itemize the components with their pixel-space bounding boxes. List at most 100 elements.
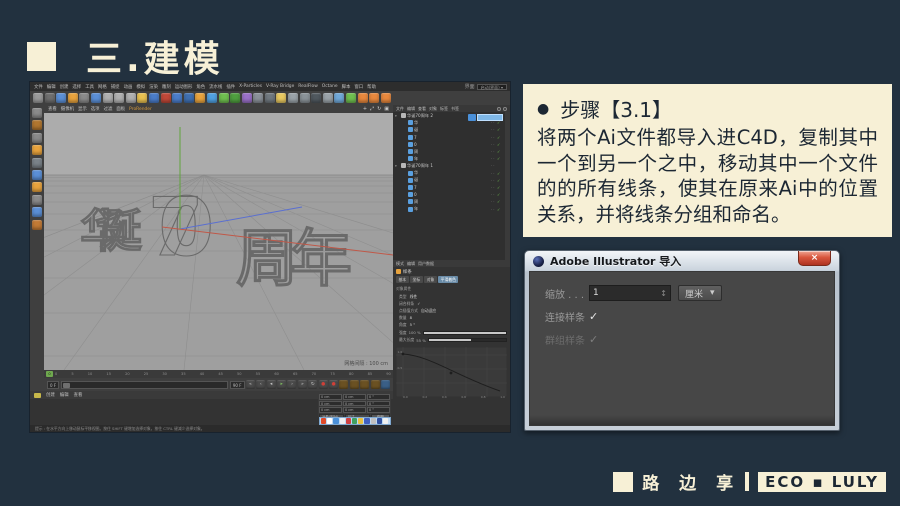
- menu-item[interactable]: 网格: [98, 84, 107, 90]
- object-row[interactable]: 7 ·· ✓: [393, 134, 505, 141]
- layout-dropdown[interactable]: 启动(界面) ▾: [476, 83, 507, 90]
- menu-item[interactable]: Octane: [322, 84, 338, 89]
- polygons-mode-icon[interactable]: [32, 182, 42, 193]
- autokey-button[interactable]: ●: [329, 380, 339, 389]
- next-key-button[interactable]: ›: [287, 380, 297, 389]
- enable-check-icon[interactable]: ✓: [497, 142, 505, 147]
- snap-icon[interactable]: [32, 219, 42, 230]
- mograph-icon[interactable]: [346, 93, 357, 103]
- field-icon[interactable]: [334, 93, 345, 103]
- camera-object-icon[interactable]: [264, 93, 275, 103]
- visibility-toggle-icon[interactable]: ··: [491, 156, 496, 161]
- loop-button[interactable]: ↻: [308, 380, 318, 389]
- object-name[interactable]: 华: [414, 170, 489, 176]
- keyframe-parameter-button[interactable]: [370, 380, 380, 389]
- close-button[interactable]: ×: [798, 251, 831, 266]
- object-name[interactable]: 诞: [414, 177, 489, 183]
- light-object-icon[interactable]: [276, 93, 287, 103]
- attribute-field[interactable]: 角度 5 °: [393, 322, 510, 329]
- viewport-menu-item[interactable]: 过滤: [104, 106, 113, 112]
- menu-item[interactable]: 渲染: [149, 84, 158, 90]
- spline-object-icon[interactable]: [407, 170, 413, 176]
- attribute-tab[interactable]: 坐标: [410, 276, 423, 283]
- dialog-titlebar[interactable]: Adobe Illustrator 导入: [525, 251, 839, 271]
- object-row[interactable]: 周 ·· ✓: [393, 198, 505, 205]
- play-button[interactable]: ▸: [277, 380, 287, 389]
- enable-check-icon[interactable]: ✓: [497, 135, 505, 140]
- enable-check-icon[interactable]: ✓: [497, 171, 505, 176]
- goto-end-button[interactable]: »: [297, 380, 307, 389]
- spline-object-icon[interactable]: [407, 127, 413, 133]
- material-menu-item[interactable]: 编辑: [60, 392, 69, 398]
- visibility-toggle-icon[interactable]: ··: [491, 178, 496, 183]
- edges-mode-icon[interactable]: [32, 169, 42, 180]
- menu-item[interactable]: V-Ray Bridge: [266, 84, 294, 89]
- falloff-curve-graph[interactable]: 1.0 0.5 0.0 0.2 0.4 0.6 0.8 1.0: [395, 346, 508, 399]
- connect-splines-checkbox[interactable]: ✓: [589, 310, 598, 323]
- visibility-toggle-icon[interactable]: ··: [491, 199, 496, 204]
- viewport-menu-item[interactable]: 查看: [48, 106, 57, 112]
- perspective-viewport[interactable]: 华诞 70 周年 网格间隔 : 100 cm: [44, 113, 393, 370]
- menu-item[interactable]: 编辑: [47, 84, 56, 90]
- spline-object-icon[interactable]: [407, 141, 413, 147]
- attribute-menu-item[interactable]: 编辑: [407, 261, 415, 267]
- attribute-slider[interactable]: 最大长度 55 %: [393, 337, 510, 345]
- menu-item[interactable]: 插件: [226, 84, 235, 90]
- coordinate-field[interactable]: 0 cm: [343, 400, 366, 406]
- attribute-menu-item[interactable]: 模式: [396, 261, 404, 267]
- enable-check-icon[interactable]: ✓: [497, 156, 505, 161]
- live-selection-icon[interactable]: [44, 93, 55, 103]
- menu-item[interactable]: 运动图形: [175, 84, 193, 90]
- menu-item[interactable]: 创建: [60, 84, 69, 90]
- attribute-field[interactable]: 点插值方式 自动适应: [393, 307, 510, 314]
- visibility-toggle-icon[interactable]: ··: [491, 163, 496, 168]
- viewport-menu-item[interactable]: 选项: [91, 106, 100, 112]
- last-tool-icon[interactable]: [90, 93, 101, 103]
- menu-item[interactable]: RealFlow: [298, 84, 318, 89]
- visibility-toggle-icon[interactable]: ··: [491, 207, 496, 212]
- keyframe-rotation-button[interactable]: [360, 380, 370, 389]
- spline-object-icon[interactable]: [400, 163, 406, 169]
- spline-object-icon[interactable]: [407, 156, 413, 162]
- object-name[interactable]: 0: [414, 142, 489, 147]
- enable-check-icon[interactable]: ✓: [497, 127, 505, 132]
- menu-item[interactable]: 角色: [196, 84, 205, 90]
- attribute-field[interactable]: 类型 线性: [393, 293, 510, 300]
- coordinate-field[interactable]: 0 cm: [343, 407, 366, 413]
- visibility-toggle-icon[interactable]: ··: [491, 185, 496, 190]
- ime-icon[interactable]: [321, 418, 327, 424]
- undo-icon[interactable]: [33, 93, 43, 103]
- wireframe-text-mid[interactable]: 70: [147, 180, 214, 274]
- wireframe-text-right[interactable]: 周年: [235, 221, 352, 295]
- bend-deformer-icon[interactable]: [241, 93, 252, 103]
- keyframe-scale-button[interactable]: [349, 380, 359, 389]
- attribute-field[interactable]: 闭合样条 ✓: [393, 300, 510, 307]
- frame-start-field[interactable]: 0 F: [47, 380, 60, 389]
- effector-icon[interactable]: [369, 93, 380, 103]
- record-button[interactable]: ●: [318, 380, 328, 389]
- ime-icon[interactable]: [370, 418, 376, 424]
- enable-axis-icon[interactable]: [32, 194, 42, 205]
- attribute-menu-item[interactable]: 用户数据: [418, 261, 434, 267]
- edit-render-icon[interactable]: [183, 93, 194, 103]
- viewport-menu-item[interactable]: 摄像机: [61, 106, 74, 112]
- menu-item[interactable]: 窗口: [354, 84, 363, 90]
- maximize-view-icon[interactable]: ▣: [384, 106, 389, 112]
- timeline-ruler[interactable]: 0 0 5 10 15 20 25 30 35 40 45 50 55 60 65 70 75 80 85 90: [44, 370, 393, 378]
- coordinate-field[interactable]: 0 °: [367, 394, 390, 400]
- visibility-toggle-icon[interactable]: ··: [491, 127, 496, 132]
- spline-object-icon[interactable]: [400, 113, 406, 119]
- timeline-playhead[interactable]: 0: [46, 371, 53, 377]
- visibility-toggle-icon[interactable]: ··: [491, 192, 496, 197]
- object-manager-menu-item[interactable]: 文件: [396, 106, 404, 112]
- attribute-field[interactable]: 数量 8: [393, 315, 510, 322]
- prev-key-button[interactable]: ‹: [256, 380, 266, 389]
- enable-check-icon[interactable]: ✓: [497, 120, 505, 125]
- solo-button[interactable]: [381, 380, 390, 389]
- attribute-slider[interactable]: 强度 100 %: [393, 329, 510, 337]
- spline-object-icon[interactable]: [407, 192, 413, 198]
- points-mode-icon[interactable]: [32, 157, 42, 168]
- spline-object-icon[interactable]: [407, 149, 413, 155]
- object-name[interactable]: 7: [414, 185, 489, 190]
- object-row[interactable]: 诞 ·· ✓: [393, 126, 505, 133]
